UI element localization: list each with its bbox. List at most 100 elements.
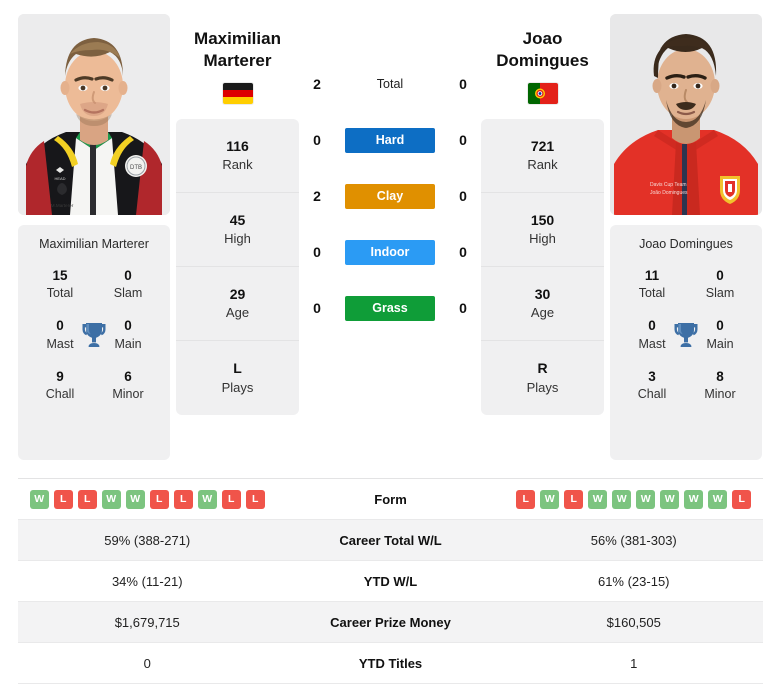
row-label-career-wl: Career Total W/L <box>339 532 442 548</box>
h2h-total-right-score: 0 <box>459 76 467 92</box>
row-label-ytd-titles: YTD Titles <box>358 655 423 671</box>
form-badge-w[interactable]: W <box>708 489 728 509</box>
form-badge-w[interactable]: W <box>197 489 217 509</box>
right-player-titles-card: Joao Domingues 11 Total 0 Slam 0 Mast 0 … <box>610 225 762 460</box>
left-titles-mast: 0 Mast <box>26 317 94 351</box>
right-player-name[interactable]: Joao Domingues <box>481 14 604 73</box>
right-player-column: Davis Cup Team João Domingues Joao Domin… <box>610 14 762 460</box>
left-high-row: 45 High <box>176 193 299 267</box>
right-titles-main-label: Main <box>706 336 734 351</box>
left-player-titles-name: Maximilian Marterer <box>39 237 149 251</box>
right-ytd-wl-value: 61% (23-15) <box>597 573 670 589</box>
form-badge-w[interactable]: W <box>125 489 145 509</box>
form-badge-w[interactable]: W <box>29 489 49 509</box>
right-form-strip: LWLWWWWWWL <box>505 489 764 509</box>
h2h-clay-right-score: 0 <box>459 188 467 204</box>
left-age-row: 29 Age <box>176 267 299 341</box>
form-badge-l[interactable]: L <box>77 489 97 509</box>
form-badge-l[interactable]: L <box>516 489 536 509</box>
left-flag-wrap <box>176 82 299 104</box>
table-row-ytd-titles: 0 YTD Titles 1 <box>18 643 763 684</box>
left-player-titles-card: Maximilian Marterer 15 Total 0 Slam 0 Ma… <box>18 225 170 460</box>
svg-text:M.Marterer: M.Marterer <box>51 203 74 208</box>
table-row-career-wl: 59% (388-271) Career Total W/L 56% (381-… <box>18 520 763 561</box>
form-badge-l[interactable]: L <box>53 489 73 509</box>
left-titles-total: 15 Total <box>26 267 94 301</box>
left-ytd-titles-value: 0 <box>143 655 151 671</box>
table-row-prize-money: $1,679,715 Career Prize Money $160,505 <box>18 602 763 643</box>
right-form-cell: LWLWWWWWWL <box>505 489 764 509</box>
right-age-label: Age <box>530 305 555 321</box>
left-high-label: High <box>224 231 251 247</box>
left-form-cell: WLLWWLLWLL <box>18 489 277 509</box>
left-titles-chall-value: 9 <box>56 368 64 384</box>
surface-pill-clay[interactable]: Clay <box>345 183 435 209</box>
right-player-portrait-image: Davis Cup Team João Domingues <box>610 14 762 215</box>
left-player-name-line1: Maximilian <box>194 29 281 48</box>
right-titles-mast: 0 Mast <box>618 317 686 351</box>
form-badge-w[interactable]: W <box>588 489 608 509</box>
form-badge-l[interactable]: L <box>173 489 193 509</box>
form-badge-w[interactable]: W <box>636 489 656 509</box>
left-titles-slam-label: Slam <box>113 286 143 301</box>
form-badge-l[interactable]: L <box>221 489 241 509</box>
right-titles-main: 0 Main <box>686 317 754 351</box>
right-titles-minor-label: Minor <box>704 387 736 402</box>
left-titles-mast-value: 0 <box>56 318 64 334</box>
right-info-column: Joao Domingues 721 Rank 150 High 30 Age … <box>481 14 604 415</box>
left-titles-total-value: 15 <box>52 268 68 283</box>
right-high-value: 150 <box>530 211 555 228</box>
right-age-row: 30 Age <box>481 267 604 341</box>
right-titles-slam-label: Slam <box>705 286 735 301</box>
left-titles-minor-label: Minor <box>112 387 144 402</box>
surface-pill-hard[interactable]: Hard <box>345 127 435 153</box>
left-titles-mast-label: Mast <box>46 336 74 351</box>
h2h-total-left-score: 2 <box>313 76 321 92</box>
left-plays-value: L <box>233 360 242 377</box>
right-flag-wrap <box>481 82 604 104</box>
h2h-indoor-mid: Indoor <box>329 239 451 265</box>
right-rank-label: Rank <box>527 157 558 173</box>
left-titles-main: 0 Main <box>94 317 162 351</box>
left-info-column: Maximilian Marterer 116 Rank 45 High 29 … <box>176 14 299 415</box>
right-player-photo[interactable]: Davis Cup Team João Domingues <box>610 14 762 215</box>
h2h-row-clay: 2 Clay 0 <box>305 182 475 210</box>
h2h-hard-right-score: 0 <box>459 132 467 148</box>
left-age-label: Age <box>225 305 250 321</box>
form-badge-l[interactable]: L <box>245 489 265 509</box>
right-ytd-titles-value: 1 <box>630 655 638 671</box>
form-badge-w[interactable]: W <box>540 489 560 509</box>
left-rank-row: 116 Rank <box>176 119 299 193</box>
surface-pill-indoor[interactable]: Indoor <box>345 239 435 265</box>
form-badge-l[interactable]: L <box>732 489 752 509</box>
right-high-row: 150 High <box>481 193 604 267</box>
h2h-grass-right-score: 0 <box>459 300 467 316</box>
h2h-indoor-right-score: 0 <box>459 244 467 260</box>
row-label-form: Form <box>374 491 407 507</box>
form-badge-w[interactable]: W <box>101 489 121 509</box>
flag-portugal-icon <box>527 82 558 104</box>
form-badge-l[interactable]: L <box>149 489 169 509</box>
form-badge-w[interactable]: W <box>684 489 704 509</box>
left-titles-minor: 6 Minor <box>94 368 162 402</box>
form-badge-w[interactable]: W <box>660 489 680 509</box>
right-titles-chall-label: Chall <box>637 387 667 402</box>
form-badge-l[interactable]: L <box>564 489 584 509</box>
left-titles-main-label: Main <box>114 336 142 351</box>
svg-text:Davis Cup Team: Davis Cup Team <box>650 182 687 188</box>
right-rank-row: 721 Rank <box>481 119 604 193</box>
left-player-name[interactable]: Maximilian Marterer <box>176 14 299 73</box>
h2h-clay-mid: Clay <box>329 183 451 209</box>
surface-pill-grass[interactable]: Grass <box>345 295 435 321</box>
table-row-form: WLLWWLLWLL Form LWLWWWWWWL <box>18 479 763 520</box>
h2h-hard-left-score: 0 <box>313 132 321 148</box>
left-ytd-wl-value: 34% (11-21) <box>111 573 183 589</box>
right-plays-row: R Plays <box>481 341 604 415</box>
h2h-row-grass: 0 Grass 0 <box>305 294 475 322</box>
right-rank-card: 721 Rank 150 High 30 Age R Plays <box>481 118 604 415</box>
h2h-row-total: 2 Total 0 <box>305 70 475 98</box>
left-plays-row: L Plays <box>176 341 299 415</box>
left-player-photo[interactable]: DTB HEAD M.Marterer <box>18 14 170 215</box>
form-badge-w[interactable]: W <box>612 489 632 509</box>
right-titles-grid: 11 Total 0 Slam 0 Mast 0 Main 3 Chall 8 … <box>618 267 754 402</box>
